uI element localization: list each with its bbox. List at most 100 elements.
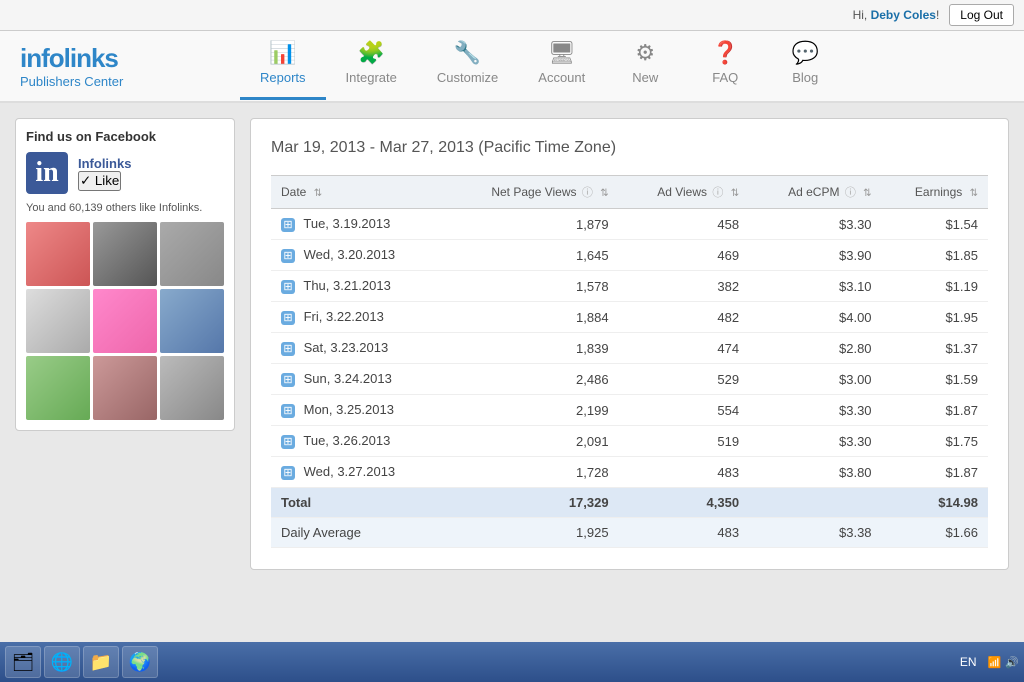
avg-earnings: $1.66 <box>882 518 988 548</box>
table-row: ⊞ Wed, 3.20.2013 1,645 469 $3.90 $1.85 <box>271 240 988 271</box>
info-icon-av: ⓘ <box>712 187 723 199</box>
col-earnings[interactable]: Earnings ⇅ <box>882 176 988 209</box>
info-icon-ecpm: ⓘ <box>845 187 856 199</box>
cell-earnings-2: $1.19 <box>882 271 988 302</box>
taskbar-lang: EN <box>960 655 977 669</box>
expand-btn-3[interactable]: ⊞ <box>281 311 295 325</box>
table-row: ⊞ Sun, 3.24.2013 2,486 529 $3.00 $1.59 <box>271 364 988 395</box>
cell-av-8: 483 <box>619 457 749 488</box>
expand-btn-1[interactable]: ⊞ <box>281 249 295 263</box>
cell-earnings-4: $1.37 <box>882 333 988 364</box>
faq-nav-label: FAQ <box>712 70 738 85</box>
cell-av-7: 519 <box>619 426 749 457</box>
col-ad-views[interactable]: Ad Views ⓘ ⇅ <box>619 176 749 209</box>
expand-btn-8[interactable]: ⊞ <box>281 466 295 480</box>
table-row: ⊞ Wed, 3.27.2013 1,728 483 $3.80 $1.87 <box>271 457 988 488</box>
cell-date-8: ⊞ Wed, 3.27.2013 <box>271 457 443 488</box>
cell-date-2: ⊞ Thu, 3.21.2013 <box>271 271 443 302</box>
sort-icon-earnings: ⇅ <box>970 188 978 199</box>
fb-photo-8 <box>93 356 157 420</box>
col-net-page-views[interactable]: Net Page Views ⓘ ⇅ <box>443 176 619 209</box>
expand-btn-5[interactable]: ⊞ <box>281 373 295 387</box>
cell-ecpm-2: $3.10 <box>749 271 881 302</box>
reports-nav-label: Reports <box>260 70 306 85</box>
nav-item-reports[interactable]: 📊 Reports <box>240 32 326 100</box>
report-content: Mar 19, 2013 - Mar 27, 2013 (Pacific Tim… <box>250 118 1009 570</box>
taskbar: 🗂 🌐 📁 🌍 EN 📶 🔊 <box>0 642 1024 682</box>
fb-like-count: You and 60,139 others like Infolinks. <box>26 202 224 214</box>
table-row: ⊞ Mon, 3.25.2013 2,199 554 $3.30 $1.87 <box>271 395 988 426</box>
cell-ecpm-0: $3.30 <box>749 209 881 240</box>
cell-npv-2: 1,578 <box>443 271 619 302</box>
nav-item-customize[interactable]: 🔧 Customize <box>417 32 518 100</box>
taskbar-btn-3[interactable]: 📁 <box>83 646 119 678</box>
expand-btn-7[interactable]: ⊞ <box>281 435 295 449</box>
fb-photo-9 <box>160 356 224 420</box>
nav-item-faq[interactable]: ❓ FAQ <box>685 32 765 100</box>
cell-earnings-8: $1.87 <box>882 457 988 488</box>
account-nav-label: Account <box>538 70 585 85</box>
sidebar: Find us on Facebook in Infolinks ✓ Like … <box>15 118 235 570</box>
table-row: ⊞ Sat, 3.23.2013 1,839 474 $2.80 $1.37 <box>271 333 988 364</box>
fb-photo-2 <box>93 222 157 286</box>
integrate-nav-icon: 🧩 <box>357 40 384 66</box>
taskbar-btn-4[interactable]: 🌍 <box>122 646 158 678</box>
col-date[interactable]: Date ⇅ <box>271 176 443 209</box>
expand-btn-6[interactable]: ⊞ <box>281 404 295 418</box>
cell-npv-0: 1,879 <box>443 209 619 240</box>
cell-earnings-7: $1.75 <box>882 426 988 457</box>
total-row: Total 17,329 4,350 $14.98 <box>271 488 988 518</box>
sort-icon-npv: ⇅ <box>600 188 608 199</box>
info-icon-npv: ⓘ <box>582 187 593 199</box>
fb-like-button[interactable]: ✓ Like <box>78 171 121 191</box>
cell-npv-6: 2,199 <box>443 395 619 426</box>
table-header: Date ⇅ Net Page Views ⓘ ⇅ Ad Views ⓘ ⇅ <box>271 176 988 209</box>
cell-earnings-0: $1.54 <box>882 209 988 240</box>
total-ecpm <box>749 488 881 518</box>
cell-ecpm-8: $3.80 <box>749 457 881 488</box>
avg-label: Daily Average <box>271 518 443 548</box>
fb-photo-4 <box>26 289 90 353</box>
cell-earnings-1: $1.85 <box>882 240 988 271</box>
cell-npv-4: 1,839 <box>443 333 619 364</box>
fb-photo-3 <box>160 222 224 286</box>
cell-av-3: 482 <box>619 302 749 333</box>
taskbar-sys-icons: 📶 🔊 <box>988 656 1019 669</box>
fb-photo-6 <box>160 289 224 353</box>
network-icon: 📶 <box>988 656 1002 669</box>
fb-photo-5 <box>93 289 157 353</box>
volume-icon: 🔊 <box>1005 656 1019 669</box>
col-ad-ecpm[interactable]: Ad eCPM ⓘ ⇅ <box>749 176 881 209</box>
cell-av-5: 529 <box>619 364 749 395</box>
fb-photo-7 <box>26 356 90 420</box>
expand-btn-4[interactable]: ⊞ <box>281 342 295 356</box>
cell-earnings-5: $1.59 <box>882 364 988 395</box>
sort-icon-date: ⇅ <box>314 188 322 199</box>
blog-nav-icon: 💬 <box>792 40 819 66</box>
nav-item-blog[interactable]: 💬 Blog <box>765 32 845 100</box>
expand-btn-2[interactable]: ⊞ <box>281 280 295 294</box>
fb-profile-info: Infolinks ✓ Like <box>78 156 131 191</box>
fb-page-name: Infolinks <box>78 156 131 171</box>
cell-av-4: 474 <box>619 333 749 364</box>
table-row: ⊞ Thu, 3.21.2013 1,578 382 $3.10 $1.19 <box>271 271 988 302</box>
logout-button[interactable]: Log Out <box>949 4 1014 26</box>
cell-date-4: ⊞ Sat, 3.23.2013 <box>271 333 443 364</box>
daily-average-row: Daily Average 1,925 483 $3.38 $1.66 <box>271 518 988 548</box>
expand-btn-0[interactable]: ⊞ <box>281 218 295 232</box>
cell-date-3: ⊞ Fri, 3.22.2013 <box>271 302 443 333</box>
cell-date-5: ⊞ Sun, 3.24.2013 <box>271 364 443 395</box>
taskbar-btn-2[interactable]: 🌐 <box>44 646 80 678</box>
table-row: ⊞ Fri, 3.22.2013 1,884 482 $4.00 $1.95 <box>271 302 988 333</box>
nav-item-account[interactable]: 🖥 Account <box>518 32 605 100</box>
total-label: Total <box>271 488 443 518</box>
fb-widget-title: Find us on Facebook <box>26 129 224 144</box>
cell-npv-7: 2,091 <box>443 426 619 457</box>
nav-item-new[interactable]: ⚙ New <box>605 32 685 100</box>
nav-item-integrate[interactable]: 🧩 Integrate <box>326 32 417 100</box>
fb-profile: in Infolinks ✓ Like <box>26 152 224 194</box>
cell-ecpm-1: $3.90 <box>749 240 881 271</box>
taskbar-btn-1[interactable]: 🗂 <box>5 646 41 678</box>
cell-earnings-6: $1.87 <box>882 395 988 426</box>
cell-date-7: ⊞ Tue, 3.26.2013 <box>271 426 443 457</box>
